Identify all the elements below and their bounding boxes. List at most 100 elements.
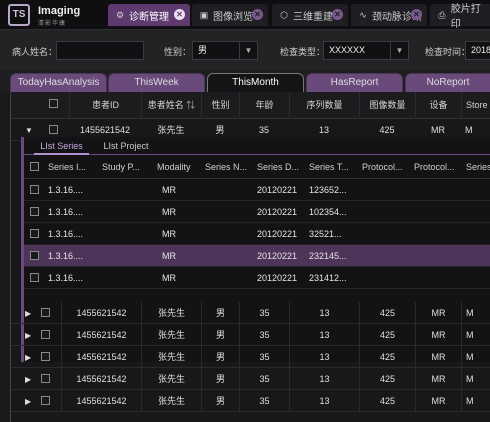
cell-patient-name: 张先生 bbox=[141, 302, 201, 324]
tab-this-month[interactable]: ThisMonth bbox=[207, 73, 304, 92]
row-checkbox[interactable] bbox=[30, 229, 39, 238]
chevron-right-icon[interactable]: ▶ bbox=[25, 309, 31, 318]
tab-no-report[interactable]: NoReport bbox=[405, 73, 490, 92]
cell-modality: MR bbox=[162, 185, 176, 195]
row-checkbox[interactable] bbox=[41, 308, 50, 317]
cell-series-count: 13 bbox=[289, 324, 359, 346]
tab-image-browse[interactable]: ▣ 图像浏览 ✕ bbox=[192, 4, 268, 26]
exam-type-select[interactable]: XXXXXX ▼ bbox=[323, 41, 409, 60]
cell-series-id: 1.3.16.... bbox=[48, 251, 84, 261]
col-series-n[interactable]: Series N... bbox=[205, 155, 255, 179]
image-icon: ▣ bbox=[199, 10, 209, 20]
col-series-d[interactable]: Series D... bbox=[257, 155, 307, 179]
col-store[interactable]: Store bbox=[461, 92, 490, 119]
chevron-right-icon[interactable]: ▶ bbox=[25, 353, 31, 362]
cell-image-count: 425 bbox=[359, 346, 415, 368]
cell-series-count: 13 bbox=[289, 346, 359, 368]
tab-this-week[interactable]: ThisWeek bbox=[108, 73, 205, 92]
series-row-selected[interactable]: 1.3.16.... MR 20120221 232145... bbox=[24, 245, 490, 267]
tab-list-project[interactable]: LIst Project bbox=[96, 137, 156, 155]
gender-select[interactable]: 男 ▼ bbox=[192, 41, 258, 60]
col-series-i[interactable]: Series I bbox=[466, 155, 490, 179]
table-row[interactable]: ▶ 1455621542 张先生 男 35 13 425 MR M bbox=[11, 346, 490, 368]
sort-icon: ⇅ bbox=[186, 100, 196, 110]
select-all-checkbox[interactable] bbox=[49, 99, 58, 108]
col-modality[interactable]: Modality bbox=[157, 155, 207, 179]
row-checkbox[interactable] bbox=[41, 374, 50, 383]
search-bar: 病人姓名： 性别： 男 ▼ 检查类型： XXXXXX ▼ 检查时间： 2018 bbox=[0, 30, 490, 70]
cell-image-count: 425 bbox=[359, 368, 415, 390]
cell-series-count: 13 bbox=[289, 390, 359, 412]
cell-patient-id: 1455621542 bbox=[61, 346, 141, 368]
cell-age: 35 bbox=[239, 368, 289, 390]
tab-list-series[interactable]: LIst Series bbox=[34, 137, 89, 155]
patient-name-label: 病人姓名： bbox=[12, 47, 58, 57]
row-checkbox[interactable] bbox=[49, 125, 58, 134]
cell-store: M bbox=[461, 368, 490, 390]
cube-icon: ⬡ bbox=[280, 10, 288, 20]
chevron-right-icon[interactable]: ▶ bbox=[25, 331, 31, 340]
series-row[interactable]: 1.3.16.... MR 20120221 123652... bbox=[24, 179, 490, 201]
cell-gender: 男 bbox=[201, 324, 239, 346]
close-icon[interactable]: ✕ bbox=[252, 9, 263, 20]
cell-series-date: 20120221 bbox=[257, 207, 298, 217]
cell-image-count: 425 bbox=[359, 324, 415, 346]
tab-has-report[interactable]: HasReport bbox=[306, 73, 403, 92]
cell-device: MR bbox=[415, 390, 461, 412]
table-row[interactable]: ▶ 1455621542 张先生 男 35 13 425 MR M bbox=[11, 302, 490, 324]
col-device[interactable]: 设备 bbox=[415, 92, 461, 119]
cell-device: MR bbox=[415, 346, 461, 368]
exam-time-label: 检查时间： bbox=[425, 47, 471, 57]
tab-today-has-analysis[interactable]: TodayHasAnalysis bbox=[10, 73, 107, 92]
cell-age: 35 bbox=[239, 346, 289, 368]
printer-icon: ⎙ bbox=[438, 10, 446, 20]
col-series-t[interactable]: Series T... bbox=[309, 155, 359, 179]
series-row[interactable]: 1.3.16.... MR 20120221 32521... bbox=[24, 223, 490, 245]
col-protocol-2[interactable]: Protocol... bbox=[414, 155, 464, 179]
row-checkbox[interactable] bbox=[30, 273, 39, 282]
close-icon[interactable]: ✕ bbox=[174, 9, 185, 20]
cell-modality: MR bbox=[162, 273, 176, 283]
tab-diagnosis[interactable]: ⚙ 诊断管理 ✕ bbox=[108, 4, 190, 26]
cell-patient-id: 1455621542 bbox=[61, 302, 141, 324]
close-icon[interactable]: ✕ bbox=[411, 9, 422, 20]
close-icon[interactable]: ✕ bbox=[332, 9, 343, 20]
series-row[interactable]: 1.3.16.... MR 20120221 231412... bbox=[24, 267, 490, 289]
chevron-right-icon[interactable]: ▶ bbox=[25, 397, 31, 406]
col-patient-name[interactable]: 患者姓名 ⇅ bbox=[141, 92, 201, 119]
exam-time-input[interactable]: 2018 bbox=[465, 41, 490, 60]
row-checkbox[interactable] bbox=[41, 330, 50, 339]
tab-3d-reconstruction[interactable]: ⬡ 三维重建 ✕ bbox=[272, 4, 348, 26]
cell-store: M bbox=[461, 324, 490, 346]
app-logo: TS bbox=[8, 4, 30, 26]
row-checkbox[interactable] bbox=[30, 251, 39, 260]
col-series-id[interactable]: Series I... bbox=[48, 155, 98, 179]
app-brand: Imaging bbox=[38, 5, 81, 17]
row-checkbox[interactable] bbox=[30, 185, 39, 194]
patient-grid: 患者ID 患者姓名 ⇅ 性别 年龄 序列数量 图像数量 设备 Store ▼ 1… bbox=[10, 92, 490, 422]
select-all-series-checkbox[interactable] bbox=[30, 162, 39, 171]
table-row[interactable]: ▶ 1455621542 张先生 男 35 13 425 MR M bbox=[11, 368, 490, 390]
cell-series-time: 102354... bbox=[309, 207, 347, 217]
row-checkbox[interactable] bbox=[41, 352, 50, 361]
tab-carotid-diagnosis[interactable]: ∿ 颈动脉诊断 ✕ bbox=[351, 4, 427, 26]
row-checkbox[interactable] bbox=[30, 207, 39, 216]
tab-film-print[interactable]: ⎙ 胶片打印 bbox=[430, 4, 490, 30]
col-series-count[interactable]: 序列数量 bbox=[289, 92, 359, 119]
series-row[interactable]: 1.3.16.... MR 20120221 102354... bbox=[24, 201, 490, 223]
col-study-p[interactable]: Study P... bbox=[102, 155, 152, 179]
patient-name-input[interactable] bbox=[56, 41, 144, 60]
tab-label: 胶片打印 bbox=[450, 4, 481, 30]
chevron-right-icon[interactable]: ▶ bbox=[25, 375, 31, 384]
col-age[interactable]: 年龄 bbox=[239, 92, 289, 119]
table-row[interactable]: ▶ 1455621542 张先生 男 35 13 425 MR M bbox=[11, 390, 490, 412]
col-protocol-1[interactable]: Protocol... bbox=[362, 155, 412, 179]
table-row[interactable]: ▶ 1455621542 张先生 男 35 13 425 MR M bbox=[11, 324, 490, 346]
row-checkbox[interactable] bbox=[41, 396, 50, 405]
col-patient-id[interactable]: 患者ID bbox=[69, 92, 141, 119]
col-gender[interactable]: 性别 bbox=[201, 92, 239, 119]
chevron-down-icon[interactable]: ▼ bbox=[25, 126, 33, 135]
cell-gender: 男 bbox=[201, 302, 239, 324]
settings-icon: ⚙ bbox=[115, 10, 125, 20]
col-image-count[interactable]: 图像数量 bbox=[359, 92, 415, 119]
